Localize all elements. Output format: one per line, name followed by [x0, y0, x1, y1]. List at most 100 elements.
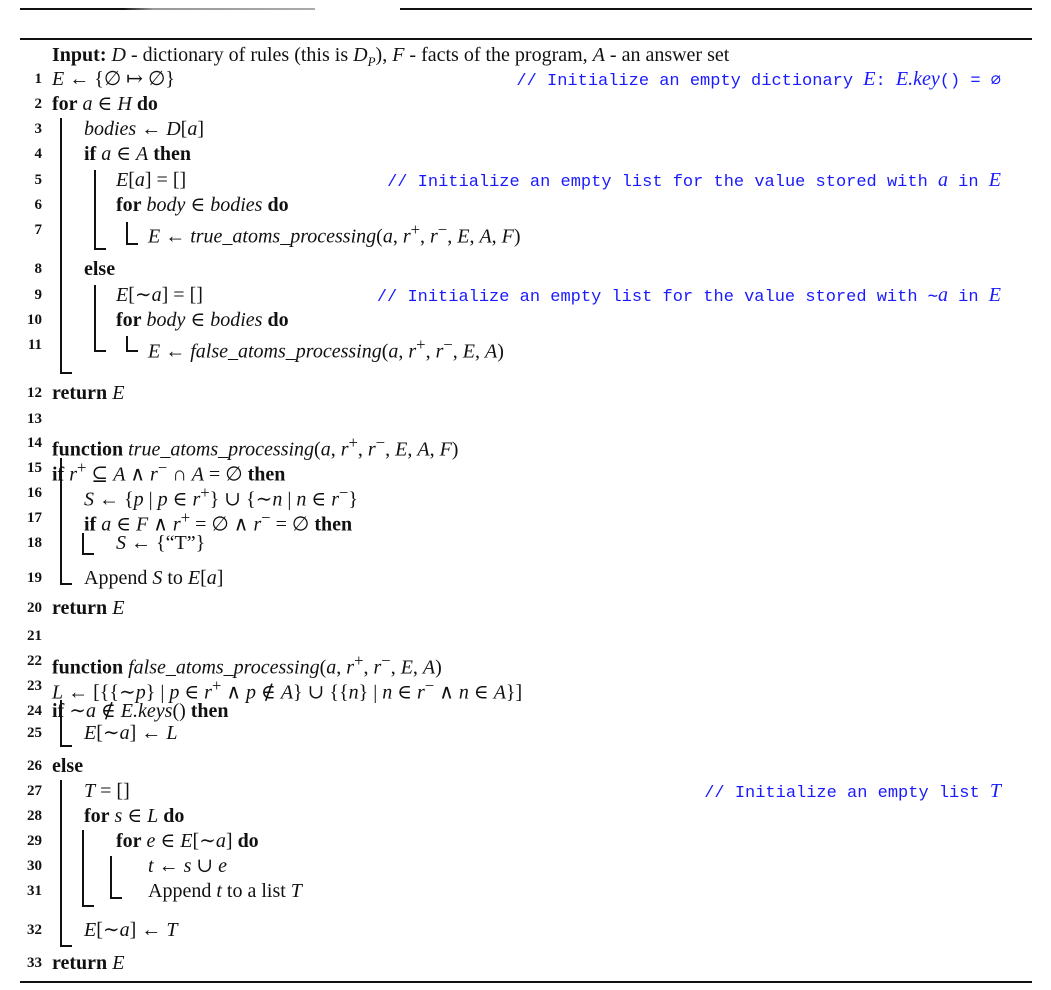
algorithm-line: 20 return E [0, 595, 1051, 621]
algorithm-line: 26 else [0, 753, 1051, 779]
algorithm-line: 32 E[∼a] ← T [0, 917, 1051, 943]
algorithm-line: 28 for s ∈ L do [0, 803, 1051, 829]
scope-bar-foot [60, 583, 72, 585]
line-code: E[∼a] = [] [116, 284, 203, 306]
line-number: 18 [27, 535, 42, 551]
line-code: else [52, 755, 84, 777]
algorithm-line: 10 for body ∈ bodies do [0, 307, 1051, 333]
scope-bar-foot [126, 350, 138, 352]
line-number: 8 [34, 261, 43, 277]
line-code: bodies ← D[a] [84, 118, 205, 140]
algorithm-line: 3 bodies ← D[a] [0, 116, 1051, 142]
algorithm-line: 18 S ← {“T”} [0, 530, 1051, 556]
scope-bar [60, 118, 62, 372]
line-number: 33 [27, 955, 42, 971]
line-number: 5 [34, 172, 43, 188]
algorithm-line: 19 Append S to E[a] [0, 565, 1051, 591]
line-number: 6 [34, 197, 43, 213]
scope-bar-foot [110, 897, 122, 899]
line-number: 9 [34, 287, 43, 303]
line-number: 7 [34, 222, 43, 238]
algorithm-line: 1E ← {∅ ↦ ∅}// Initialize an empty dicti… [0, 66, 1051, 92]
line-code: return E [52, 597, 125, 619]
scope-bar-foot [60, 745, 72, 747]
algorithm-line: 14 function true_atoms_processing(a, r+, … [0, 430, 1051, 461]
line-number: 32 [27, 922, 42, 938]
line-number: 22 [27, 653, 42, 669]
algorithm-bottom-rule [20, 981, 1032, 983]
line-code: E[a] = [] [116, 169, 187, 191]
line-number: 2 [34, 96, 43, 112]
line-code: for a ∈ H do [52, 93, 158, 115]
line-number: 31 [27, 883, 42, 899]
algorithm-line: 31 Append t to a list T [0, 878, 1051, 904]
line-number: 21 [27, 628, 42, 644]
line-number: 28 [27, 808, 42, 824]
line-number: 1 [34, 71, 43, 87]
line-number: 15 [27, 460, 42, 476]
scope-bar [94, 170, 96, 248]
line-code: for body ∈ bodies do [116, 309, 289, 331]
scope-bar-foot [94, 248, 106, 250]
algorithm-line: 22 function false_atoms_processing(a, r+,… [0, 648, 1051, 679]
line-code: S ← {“T”} [116, 532, 206, 554]
scope-bar-foot [60, 372, 72, 374]
algorithm-line: 13 [0, 406, 1051, 432]
algorithm-line: 12 return E [0, 380, 1051, 406]
line-code: Append S to E[a] [84, 567, 224, 589]
line-code: Append t to a list T [148, 880, 302, 902]
algorithm-line: 4 if a ∈ A then [0, 141, 1051, 167]
algorithm-line: 25 E[∼a] ← L [0, 720, 1051, 746]
scope-bar-foot [82, 905, 94, 907]
line-code: E ← {∅ ↦ ∅} [52, 68, 176, 90]
algorithm-line: 30 t ← s ∪ e [0, 853, 1051, 879]
algorithm-line: 27 T = []// Initialize an empty list T [0, 778, 1051, 804]
line-code: E[∼a] ← L [84, 722, 178, 744]
line-code: E[∼a] ← T [84, 919, 178, 941]
algorithm-line: 5 E[a] = []// Initialize an empty list fo… [0, 167, 1051, 193]
line-code: t ← s ∪ e [148, 855, 228, 877]
input-label: Input: [52, 44, 107, 66]
line-code: E ← true_atoms_processing(a, r+, r−, E, … [148, 220, 521, 248]
line-number: 19 [27, 570, 42, 586]
line-number: 4 [34, 146, 43, 162]
line-number: 29 [27, 833, 42, 849]
line-number: 10 [27, 312, 42, 328]
scope-bar-foot [60, 945, 72, 947]
input-description: D - dictionary of rules (this is DP), F … [111, 44, 730, 69]
line-code: return E [52, 952, 125, 974]
scope-bar [110, 856, 112, 897]
line-code: if a ∈ A then [84, 143, 192, 165]
scope-bar [60, 700, 62, 745]
line-number: 16 [27, 485, 42, 501]
algorithm-line: 17 if a ∈ F ∧ r+ = ∅ ∧ r− = ∅ then [0, 505, 1051, 536]
scope-bar-foot [82, 553, 94, 555]
algorithm-line: 15 if r+ ⊆ A ∧ r− ∩ A = ∅ then [0, 455, 1051, 486]
scope-bar [60, 458, 62, 583]
line-number: 20 [27, 600, 42, 616]
algorithm-line: 11 E ← false_atoms_processing(a, r+, r−, … [0, 332, 1051, 363]
algorithm-line: 21 [0, 623, 1051, 649]
algorithm-line: 29 for e ∈ E[∼a] do [0, 828, 1051, 854]
algorithm-line: 9 E[∼a] = []// Initialize an empty list f… [0, 282, 1051, 308]
line-number: 30 [27, 858, 42, 874]
line-number: 12 [27, 385, 42, 401]
line-number: 26 [27, 758, 42, 774]
algorithm-line: 16 S ← {p | p ∈ r+} ∪ {∼n | n ∈ r−} [0, 480, 1051, 511]
line-code: else [84, 258, 116, 280]
algorithm-line: 7 E ← true_atoms_processing(a, r+, r−, E,… [0, 217, 1051, 248]
scope-bar [126, 336, 128, 350]
algorithm-line: 8 else [0, 256, 1051, 282]
line-code: for s ∈ L do [84, 805, 185, 827]
line-number: 3 [34, 121, 43, 137]
line-number: 14 [27, 435, 42, 451]
scope-bar [60, 780, 62, 945]
algorithm-listing: Input: D - dictionary of rules (this is … [0, 0, 1051, 990]
algorithm-line: 6 for body ∈ bodies do [0, 192, 1051, 218]
algorithm-line: 33 return E [0, 950, 1051, 976]
line-code: E ← false_atoms_processing(a, r+, r−, E,… [148, 335, 504, 363]
scope-bar [82, 533, 84, 553]
line-number: 25 [27, 725, 42, 741]
line-number: 23 [27, 678, 42, 694]
scope-bar [82, 830, 84, 905]
